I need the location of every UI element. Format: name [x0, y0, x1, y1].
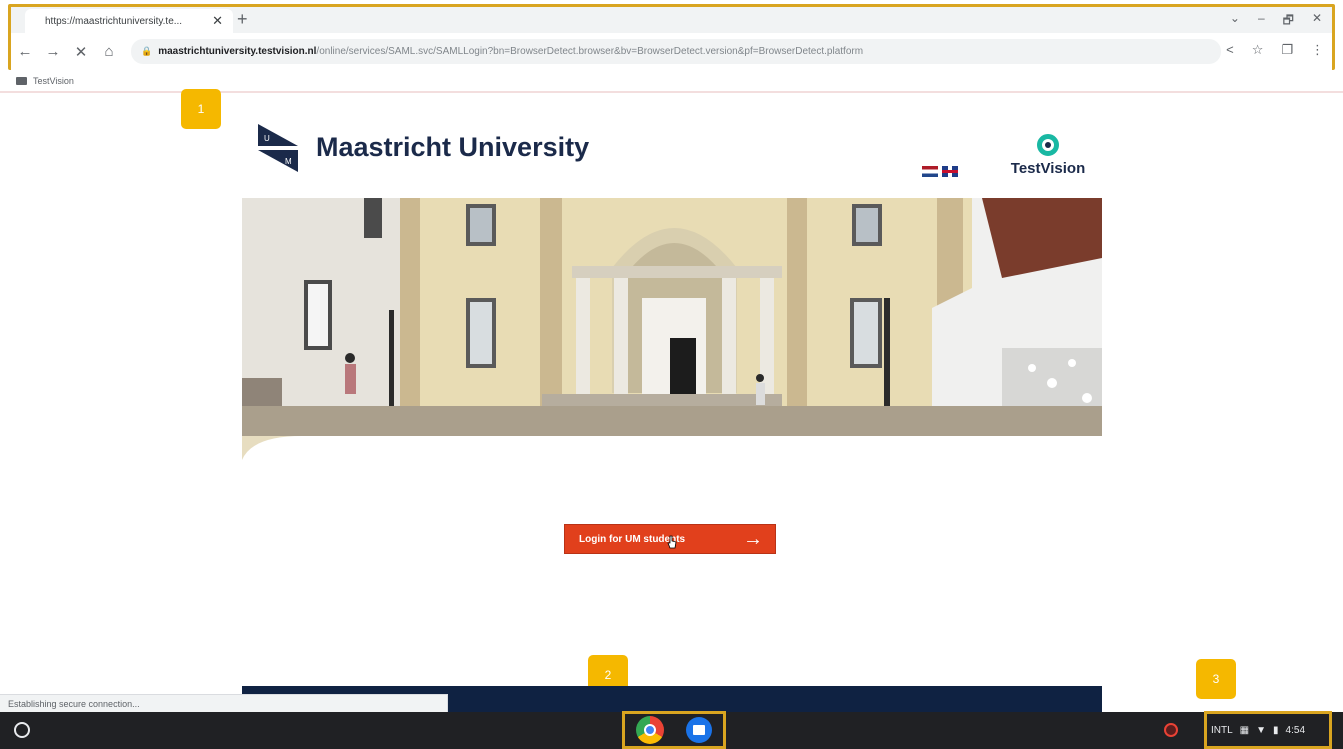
annotation-badge-1: 1	[181, 89, 221, 129]
page-header: U M Maastricht University TestVision	[242, 118, 1102, 196]
close-window-icon[interactable]: ✕	[1312, 11, 1322, 32]
browser-toolbar: ← → ✕ ⌂ 🔒 maastrichtuniversity.testvisio…	[11, 33, 1332, 70]
tab-title: https://maastrichtuniversity.te...	[45, 15, 183, 27]
toolbar-actions: < ☆ ❐ ⋮	[1226, 42, 1324, 58]
files-app-icon[interactable]	[686, 717, 712, 743]
arrow-right-icon: →	[743, 528, 763, 550]
restore-icon[interactable]: 🗗	[1283, 11, 1294, 32]
battery-icon: ▮	[1273, 724, 1279, 736]
testvision-logo: TestVision	[1002, 134, 1094, 177]
status-bubble: Establishing secure connection...	[0, 694, 448, 712]
annotation-badge-3: 3	[1196, 659, 1236, 699]
forward-icon[interactable]: →	[39, 43, 67, 60]
folder-icon	[16, 77, 27, 85]
back-icon[interactable]: ←	[11, 43, 39, 60]
tab-close-icon[interactable]: ✕	[212, 13, 223, 29]
campus-building-image	[242, 198, 1102, 466]
wifi-icon: ▼	[1256, 724, 1267, 736]
side-panel-icon[interactable]: ❐	[1281, 42, 1293, 58]
share-icon[interactable]: <	[1226, 42, 1234, 58]
tab-search-icon[interactable]: ⌄	[1230, 11, 1240, 32]
dutch-flag-icon[interactable]	[922, 166, 938, 177]
url-host: maastrichtuniversity.testvision.nl	[158, 46, 317, 57]
svg-text:U: U	[264, 134, 270, 143]
campus-photo	[242, 198, 1102, 466]
stop-loading-icon[interactable]: ✕	[67, 43, 95, 61]
status-tray[interactable]: INTL ▦ ▼ ▮ 4:54	[1204, 711, 1332, 749]
login-um-students-button[interactable]: Login for UM students →	[564, 524, 776, 554]
lock-icon[interactable]: 🔒	[141, 46, 152, 57]
browser-window-frame: https://maastrichtuniversity.te... ✕ + ⌄…	[8, 4, 1335, 70]
input-method-label: INTL	[1211, 724, 1233, 736]
screen-record-icon[interactable]	[1164, 723, 1178, 737]
minimize-icon[interactable]: –	[1258, 11, 1265, 32]
bookmark-testvision[interactable]: TestVision	[33, 76, 74, 86]
language-switcher	[922, 166, 958, 177]
chrome-app-icon[interactable]	[636, 716, 664, 744]
pinned-apps	[622, 711, 726, 749]
menu-icon[interactable]: ⋮	[1311, 42, 1324, 58]
tab-strip: https://maastrichtuniversity.te... ✕ + ⌄…	[11, 7, 1332, 33]
bookmark-star-icon[interactable]: ☆	[1252, 42, 1264, 58]
url-path: /online/services/SAML.svc/SAMLLogin?bn=B…	[316, 46, 864, 57]
new-tab-icon[interactable]: +	[237, 9, 248, 30]
tote-icon: ▦	[1239, 724, 1250, 736]
testvision-mark-icon	[1037, 134, 1059, 156]
clock-time: 4:54	[1285, 724, 1306, 736]
um-logo-icon: U M	[258, 124, 298, 172]
window-controls: ⌄ – 🗗 ✕	[1230, 11, 1322, 32]
launcher-icon[interactable]	[14, 722, 30, 738]
university-name: Maastricht University	[316, 132, 590, 162]
english-flag-icon[interactable]	[942, 166, 958, 177]
address-bar[interactable]: 🔒 maastrichtuniversity.testvision.nl /on…	[131, 39, 1221, 64]
hand-cursor-icon	[667, 535, 677, 549]
testvision-name: TestVision	[1010, 160, 1086, 177]
home-icon[interactable]: ⌂	[95, 43, 123, 60]
bookmarks-bar: TestVision	[16, 74, 74, 88]
browser-tab[interactable]: https://maastrichtuniversity.te... ✕	[25, 9, 233, 33]
svg-text:M: M	[285, 157, 292, 166]
